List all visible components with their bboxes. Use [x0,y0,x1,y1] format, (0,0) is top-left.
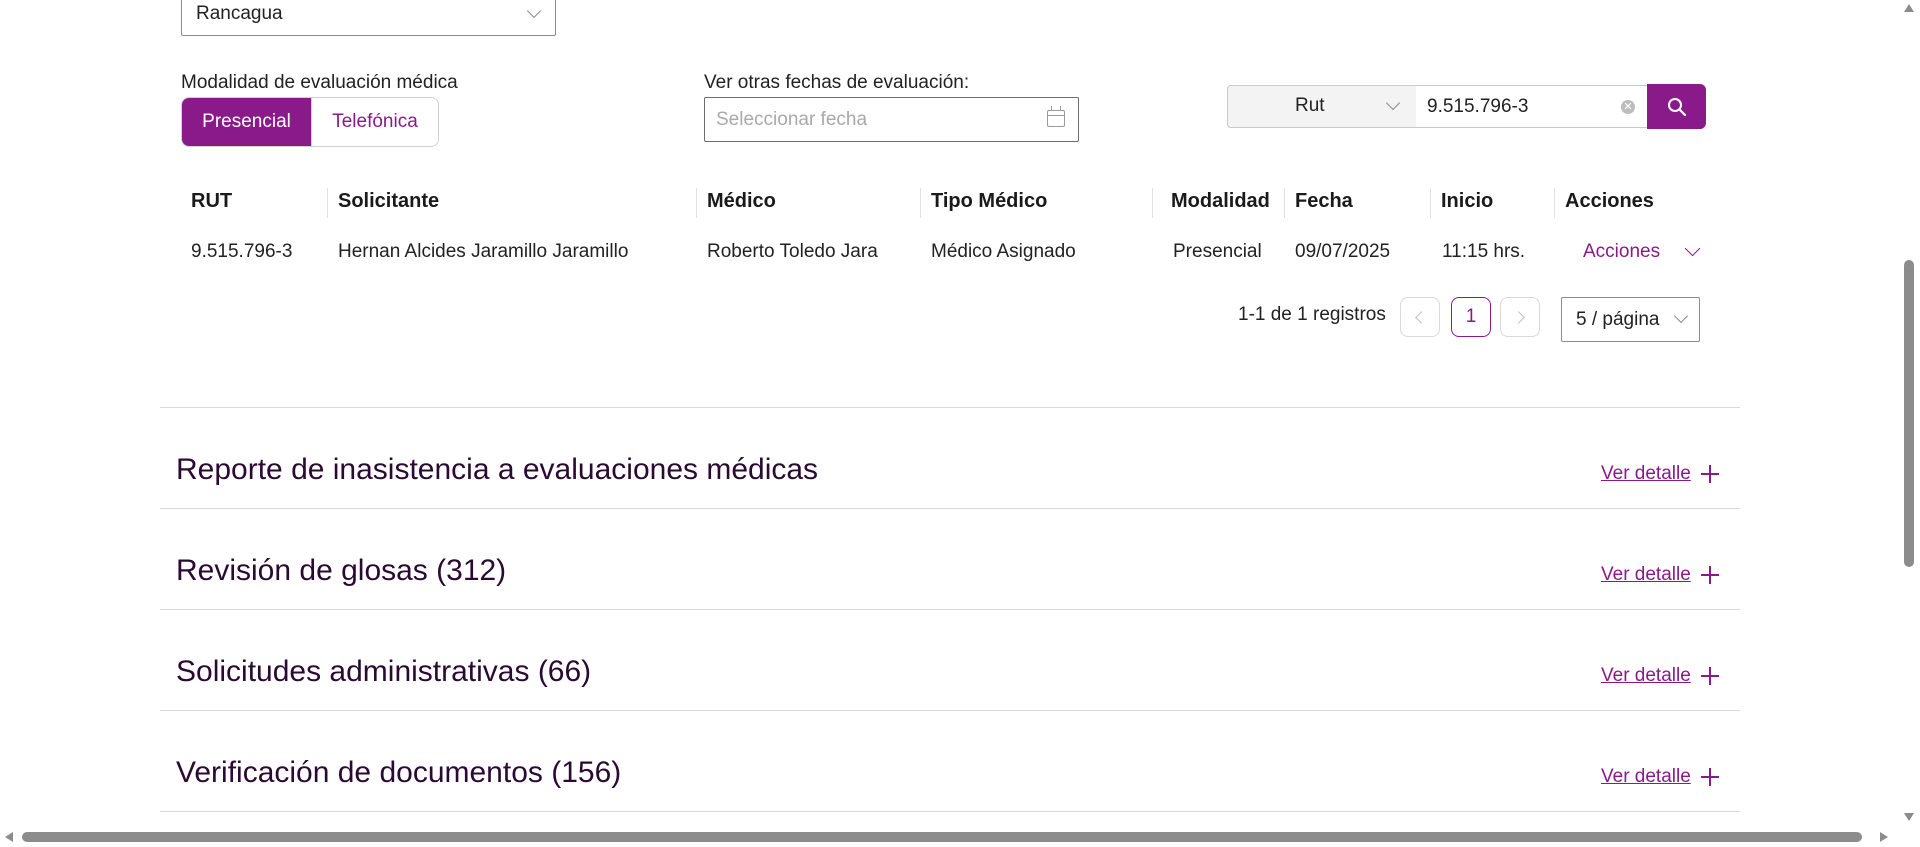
column-separator [920,188,921,218]
column-separator [1152,188,1153,218]
divider [160,508,1740,509]
chevron-left-icon [1415,311,1428,324]
column-header-rut: RUT [191,190,233,212]
search-input[interactable]: 9.515.796-3 ✕ [1416,85,1648,128]
cell-rut: 9.515.796-3 [191,241,293,262]
pagination-summary: 1-1 de 1 registros [1238,304,1386,325]
cell-tipo-medico: Médico Asignado [931,241,1076,262]
date-picker[interactable]: Seleccionar fecha [704,97,1079,142]
modality-toggle: Presencial Telefónica [181,97,439,147]
date-label: Ver otras fechas de evaluación: [704,72,970,93]
column-header-tipo-medico: Tipo Médico [931,190,1048,212]
row-actions-dropdown[interactable]: Acciones [1583,240,1701,263]
column-header-modalidad: Modalidad [1171,190,1270,212]
ver-detalle-label: Ver detalle [1601,766,1691,787]
column-header-inicio: Inicio [1441,190,1494,212]
ver-detalle-link-verificacion[interactable]: Ver detalle [1601,766,1719,788]
plus-icon [1701,768,1719,786]
column-header-medico: Médico [707,190,776,212]
plus-icon [1701,566,1719,584]
ver-detalle-label: Ver detalle [1601,564,1691,585]
cell-modalidad: Presencial [1173,241,1262,262]
ver-detalle-label: Ver detalle [1601,665,1691,686]
column-separator [327,188,328,218]
cell-solicitante: Hernan Alcides Jaramillo Jaramillo [338,241,629,262]
column-separator [1430,188,1431,218]
city-select-value: Rancagua [196,3,283,24]
chevron-down-icon [1684,240,1701,257]
section-title-glosas: Revisión de glosas (312) [176,554,507,587]
search-button[interactable] [1647,84,1706,129]
column-separator [1284,188,1285,218]
scroll-up-arrow-icon[interactable] [1904,4,1914,12]
modality-option-presencial[interactable]: Presencial [182,98,311,146]
ver-detalle-link-solicitudes[interactable]: Ver detalle [1601,665,1719,687]
divider [160,407,1740,408]
row-actions-label: Acciones [1583,241,1661,262]
scroll-down-arrow-icon[interactable] [1904,813,1914,821]
search-type-value: Rut [1295,95,1325,116]
page-number-current[interactable]: 1 [1451,297,1491,337]
ver-detalle-label: Ver detalle [1601,463,1691,484]
plus-icon [1701,465,1719,483]
prev-page-button[interactable] [1400,297,1440,337]
divider [160,710,1740,711]
city-select[interactable]: Rancagua [181,0,556,36]
plus-icon [1701,667,1719,685]
divider [160,609,1740,610]
chevron-down-icon [1673,308,1689,324]
vertical-scrollbar-thumb[interactable] [1904,260,1914,567]
search-icon [1668,98,1687,117]
modality-label: Modalidad de evaluación médica [181,72,458,93]
horizontal-scrollbar-thumb[interactable] [22,832,1862,842]
cell-fecha: 09/07/2025 [1295,241,1391,262]
chevron-down-icon [1385,95,1401,111]
column-separator [1554,188,1555,218]
modality-option-telefonica[interactable]: Telefónica [311,98,438,146]
next-page-button[interactable] [1500,297,1540,337]
chevron-right-icon [1512,311,1525,324]
section-title-verificacion: Verificación de documentos (156) [176,756,622,789]
search-type-select[interactable]: Rut [1227,85,1417,128]
column-header-acciones: Acciones [1565,190,1654,212]
divider [160,811,1740,812]
cell-medico: Roberto Toledo Jara [707,241,878,262]
section-title-solicitudes: Solicitudes administrativas (66) [176,655,592,688]
ver-detalle-link-inasistencia[interactable]: Ver detalle [1601,463,1719,485]
column-separator [696,188,697,218]
clear-icon[interactable]: ✕ [1621,100,1635,114]
cell-inicio: 11:15 hrs. [1442,241,1526,262]
page-size-select[interactable]: 5 / página [1561,297,1700,342]
search-input-value: 9.515.796-3 [1427,96,1529,117]
page-size-value: 5 / página [1576,309,1660,330]
column-header-fecha: Fecha [1295,190,1353,212]
calendar-icon [1047,106,1065,127]
ver-detalle-link-glosas[interactable]: Ver detalle [1601,564,1719,586]
column-header-solicitante: Solicitante [338,190,440,212]
chevron-down-icon [526,3,542,19]
date-placeholder: Seleccionar fecha [716,109,868,130]
section-title-inasistencia: Reporte de inasistencia a evaluaciones m… [176,453,819,486]
scroll-left-arrow-icon[interactable] [5,832,13,842]
scroll-right-arrow-icon[interactable] [1880,832,1888,842]
